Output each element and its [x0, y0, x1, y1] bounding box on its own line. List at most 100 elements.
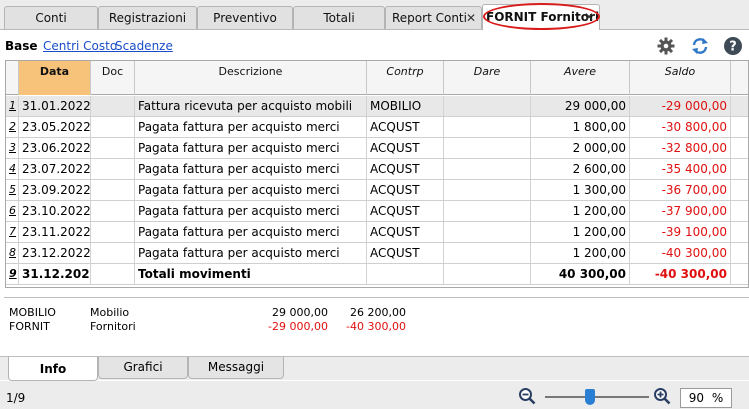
zoom-in-icon[interactable] [653, 387, 671, 405]
cell-doc[interactable] [91, 201, 135, 221]
tab-report-conti[interactable]: Report Conti ✕ [385, 6, 482, 29]
cell-avere[interactable]: 1 200,00 [531, 201, 630, 221]
cell-doc[interactable] [91, 180, 135, 200]
row-number[interactable]: 8 [6, 243, 19, 263]
cell-contrp[interactable]: ACQUST [367, 201, 444, 221]
cell-data[interactable]: 23.11.2022 [19, 222, 91, 242]
cell-avere[interactable]: 2 000,00 [531, 138, 630, 158]
cell-avere[interactable]: 1 800,00 [531, 117, 630, 137]
cell-doc[interactable] [91, 117, 135, 137]
cell-descrizione[interactable]: Pagata fattura per acquisto merci [135, 138, 367, 158]
tab-registrazioni[interactable]: Registrazioni [98, 6, 197, 29]
tab-conti[interactable]: Conti [4, 6, 98, 29]
cell-dare[interactable] [444, 264, 531, 284]
zoom-slider-thumb[interactable] [585, 389, 595, 405]
cell-saldo[interactable]: -40 300,00 [630, 264, 731, 284]
cell-saldo[interactable]: -29 000,00 [630, 96, 731, 116]
cell-dare[interactable] [444, 159, 531, 179]
table-row[interactable]: 9 31.12.2022 Totali movimenti 40 300,00 -40 … [6, 264, 748, 285]
header-doc[interactable]: Doc [91, 61, 135, 95]
cell-saldo[interactable]: -39 100,00 [630, 222, 731, 242]
table-row[interactable]: 8 23.12.2022 Pagata fattura per acquisto m… [6, 243, 748, 264]
row-number[interactable]: 4 [6, 159, 19, 179]
cell-contrp[interactable]: ACQUST [367, 159, 444, 179]
row-number[interactable]: 3 [6, 138, 19, 158]
cell-data[interactable]: 31.01.2022 [19, 96, 91, 116]
zoom-out-icon[interactable] [518, 387, 536, 405]
zoom-level-field[interactable]: 90 % [680, 388, 732, 408]
cell-doc[interactable] [91, 264, 135, 284]
cell-descrizione[interactable]: Pagata fattura per acquisto merci [135, 243, 367, 263]
cell-data[interactable]: 23.10.2022 [19, 201, 91, 221]
cell-descrizione[interactable]: Pagata fattura per acquisto merci [135, 180, 367, 200]
table-row[interactable]: 6 23.10.2022 Pagata fattura per acquisto m… [6, 201, 748, 222]
cell-contrp[interactable] [367, 264, 444, 284]
row-number[interactable]: 1 [6, 96, 19, 116]
cell-contrp[interactable]: ACQUST [367, 117, 444, 137]
cell-avere[interactable]: 40 300,00 [531, 264, 630, 284]
cell-dare[interactable] [444, 201, 531, 221]
tab-grafici[interactable]: Grafici [98, 357, 188, 379]
row-number[interactable]: 9 [6, 264, 19, 284]
close-icon[interactable]: ✕ [466, 7, 476, 29]
cell-data[interactable]: 31.12.2022 [19, 264, 91, 284]
tab-messaggi[interactable]: Messaggi [188, 357, 284, 379]
cell-contrp[interactable]: ACQUST [367, 138, 444, 158]
header-contrp[interactable]: Contrp [367, 61, 444, 95]
cell-contrp[interactable]: MOBILIO [367, 96, 444, 116]
cell-saldo[interactable]: -32 800,00 [630, 138, 731, 158]
subtab-base[interactable]: Base [5, 39, 38, 53]
refresh-icon[interactable] [690, 36, 710, 56]
cell-descrizione[interactable]: Pagata fattura per acquisto merci [135, 201, 367, 221]
cell-descrizione[interactable]: Fattura ricevuta per acquisto mobili [135, 96, 367, 116]
header-saldo[interactable]: Saldo [630, 61, 731, 95]
cell-doc[interactable] [91, 96, 135, 116]
help-icon[interactable]: ? [723, 36, 743, 56]
cell-dare[interactable] [444, 96, 531, 116]
cell-saldo[interactable]: -35 400,00 [630, 159, 731, 179]
cell-descrizione[interactable]: Pagata fattura per acquisto merci [135, 117, 367, 137]
table-row[interactable]: 1 31.01.2022 Fattura ricevuta per acquisto… [6, 96, 748, 117]
table-row[interactable]: 3 23.06.2022 Pagata fattura per acquisto m… [6, 138, 748, 159]
cell-avere[interactable]: 1 200,00 [531, 243, 630, 263]
table-row[interactable]: 2 23.05.2022 Pagata fattura per acquisto m… [6, 117, 748, 138]
header-descrizione[interactable]: Descrizione [135, 61, 367, 95]
gear-icon[interactable] [656, 36, 676, 56]
cell-dare[interactable] [444, 222, 531, 242]
cell-dare[interactable] [444, 117, 531, 137]
cell-data[interactable]: 23.12.2022 [19, 243, 91, 263]
cell-avere[interactable]: 1 300,00 [531, 180, 630, 200]
cell-avere[interactable]: 2 600,00 [531, 159, 630, 179]
cell-dare[interactable] [444, 138, 531, 158]
cell-contrp[interactable]: ACQUST [367, 180, 444, 200]
cell-doc[interactable] [91, 243, 135, 263]
cell-data[interactable]: 23.07.2022 [19, 159, 91, 179]
tab-preventivo[interactable]: Preventivo [197, 6, 293, 29]
cell-saldo[interactable]: -36 700,00 [630, 180, 731, 200]
row-number[interactable]: 6 [6, 201, 19, 221]
header-avere[interactable]: Avere [531, 61, 630, 95]
row-number[interactable]: 7 [6, 222, 19, 242]
cell-descrizione[interactable]: Pagata fattura per acquisto merci [135, 159, 367, 179]
cell-doc[interactable] [91, 159, 135, 179]
cell-data[interactable]: 23.06.2022 [19, 138, 91, 158]
cell-descrizione[interactable]: Pagata fattura per acquisto merci [135, 222, 367, 242]
table-row[interactable]: 5 23.09.2022 Pagata fattura per acquisto m… [6, 180, 748, 201]
header-dare[interactable]: Dare [444, 61, 531, 95]
cell-dare[interactable] [444, 180, 531, 200]
cell-contrp[interactable]: ACQUST [367, 222, 444, 242]
cell-descrizione[interactable]: Totali movimenti [135, 264, 367, 284]
table-row[interactable]: 4 23.07.2022 Pagata fattura per acquisto m… [6, 159, 748, 180]
cell-saldo[interactable]: -37 900,00 [630, 201, 731, 221]
cell-avere[interactable]: 29 000,00 [531, 96, 630, 116]
cell-saldo[interactable]: -30 800,00 [630, 117, 731, 137]
cell-data[interactable]: 23.05.2022 [19, 117, 91, 137]
subtab-centri-costo[interactable]: Centri Costo [43, 39, 117, 53]
zoom-slider-track[interactable] [545, 396, 649, 398]
row-number[interactable]: 5 [6, 180, 19, 200]
tab-totali[interactable]: Totali [293, 6, 385, 29]
cell-data[interactable]: 23.09.2022 [19, 180, 91, 200]
cell-saldo[interactable]: -40 300,00 [630, 243, 731, 263]
cell-contrp[interactable]: ACQUST [367, 243, 444, 263]
table-row[interactable]: 7 23.11.2022 Pagata fattura per acquisto m… [6, 222, 748, 243]
